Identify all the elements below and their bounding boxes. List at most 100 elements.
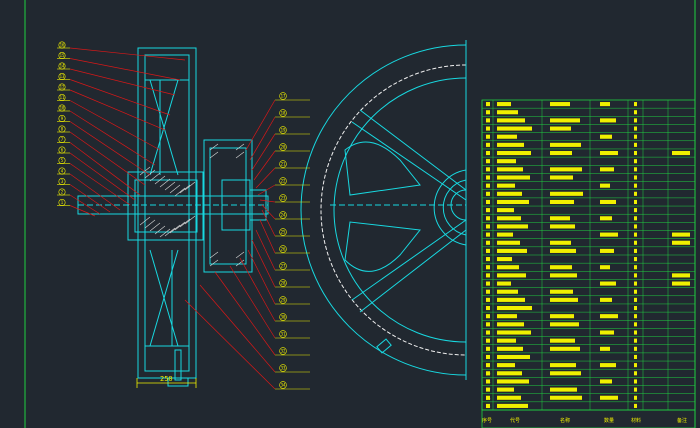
balloon-label: 12 <box>60 85 65 90</box>
table-row <box>486 159 637 164</box>
table-row <box>486 118 637 123</box>
table-row <box>486 346 637 351</box>
table-row <box>486 208 637 213</box>
table-row <box>486 314 637 319</box>
table-row <box>486 216 637 221</box>
right-balloon: 26 <box>259 219 310 254</box>
dimension-label: 250 <box>160 375 173 383</box>
table-row <box>486 175 637 180</box>
left-balloon: 5 <box>57 157 131 206</box>
table-row <box>486 338 637 343</box>
parts-list-table: 19 18 17 16 15 序号 代号 名称 数量 材料 备注 <box>481 99 696 428</box>
table-row <box>486 110 637 115</box>
balloon-label: 3 <box>61 179 64 184</box>
balloon-label: 24 <box>281 213 286 218</box>
balloon-label: 11 <box>60 95 65 100</box>
right-balloon: 32 <box>214 271 310 356</box>
left-balloon: 10 <box>57 104 156 166</box>
header-cell: 序号 <box>482 417 492 424</box>
balloon-label: 31 <box>281 332 286 337</box>
table-row <box>486 183 637 188</box>
right-balloon: 33 <box>199 284 310 373</box>
balloon-label: 21 <box>281 162 286 167</box>
header-cell: 数量 <box>604 417 614 424</box>
header-cell: 材料 <box>631 417 641 424</box>
right-balloon: 21 <box>255 160 310 189</box>
table-row <box>486 322 637 327</box>
table-row <box>486 305 637 311</box>
balloon-label: 13 <box>60 74 65 79</box>
balloon-label: 10 <box>60 106 65 111</box>
left-balloon: 6 <box>57 146 136 201</box>
balloon-label: 30 <box>281 315 286 320</box>
row-number: 17 <box>486 388 491 393</box>
table-row <box>486 142 637 147</box>
balloon-label: 34 <box>281 383 286 388</box>
balloon-label: 5 <box>61 158 64 163</box>
right-balloon: 34 <box>184 299 310 390</box>
table-row: 19 <box>486 371 637 376</box>
table-row <box>486 240 690 245</box>
table-row <box>486 289 637 294</box>
balloon-label: 22 <box>281 179 286 184</box>
table-row <box>486 102 637 107</box>
table-row: 16 <box>486 395 637 401</box>
header-cell: 备注 <box>677 417 687 424</box>
row-number: 18 <box>486 379 491 384</box>
left-balloon-group: 16 15 14 13 12 11 10 9 8 7 6 5 4 3 2 1 <box>57 41 186 217</box>
balloon-label: 18 <box>281 111 286 116</box>
section-view <box>77 47 269 387</box>
header-cell: 代号 <box>510 417 520 424</box>
side-view <box>300 40 467 380</box>
right-balloon: 29 <box>247 249 310 305</box>
table-row: 15 <box>486 403 637 409</box>
right-balloon: 30 <box>239 257 310 322</box>
table-row: 18 <box>486 379 637 384</box>
balloon-label: 1 <box>61 200 64 205</box>
balloon-label: 32 <box>281 349 286 354</box>
balloon-label: 23 <box>281 196 286 201</box>
right-balloon: 24 <box>261 204 310 220</box>
right-balloon: 17 <box>245 92 310 151</box>
table-row <box>486 199 637 205</box>
table-row <box>486 224 637 229</box>
balloon-label: 7 <box>61 137 64 142</box>
balloon-label: 16 <box>60 43 65 48</box>
balloon-label: 28 <box>281 281 286 286</box>
balloon-label: 8 <box>61 127 64 132</box>
balloon-label: 33 <box>281 366 286 371</box>
left-balloon: 4 <box>57 167 121 211</box>
cad-drawing-canvas: 250 16151413121110987654321 171819202122… <box>24 0 696 428</box>
balloon-label: 17 <box>281 94 286 99</box>
table-row <box>486 281 690 286</box>
balloon-label: 9 <box>61 116 64 121</box>
table-row <box>486 134 637 139</box>
table-row <box>486 126 637 131</box>
table-row <box>486 167 637 172</box>
balloon-label: 29 <box>281 298 286 303</box>
balloon-label: 19 <box>281 128 286 133</box>
table-row <box>486 273 690 278</box>
header-cell: 名称 <box>560 417 570 424</box>
left-balloon: 16 <box>57 41 186 61</box>
table-row <box>486 297 637 302</box>
table-row <box>486 330 637 335</box>
balloon-label: 25 <box>281 230 286 235</box>
balloon-label: 15 <box>60 53 65 58</box>
balloon-label: 4 <box>61 169 64 174</box>
row-number: 15 <box>486 404 491 409</box>
left-balloon: 1 <box>57 199 96 217</box>
table-row <box>486 257 637 262</box>
table-row <box>486 150 690 156</box>
balloon-label: 26 <box>281 247 286 252</box>
table-row <box>486 191 637 196</box>
table-row <box>486 232 690 237</box>
row-number: 19 <box>486 371 491 376</box>
table-row <box>486 354 637 360</box>
table-header: 序号 代号 名称 数量 材料 备注 <box>482 417 687 424</box>
table-row: 17 <box>486 387 637 393</box>
balloon-label: 2 <box>61 190 64 195</box>
balloon-label: 14 <box>60 64 65 69</box>
right-balloon: 18 <box>249 109 310 161</box>
table-row <box>486 265 637 270</box>
